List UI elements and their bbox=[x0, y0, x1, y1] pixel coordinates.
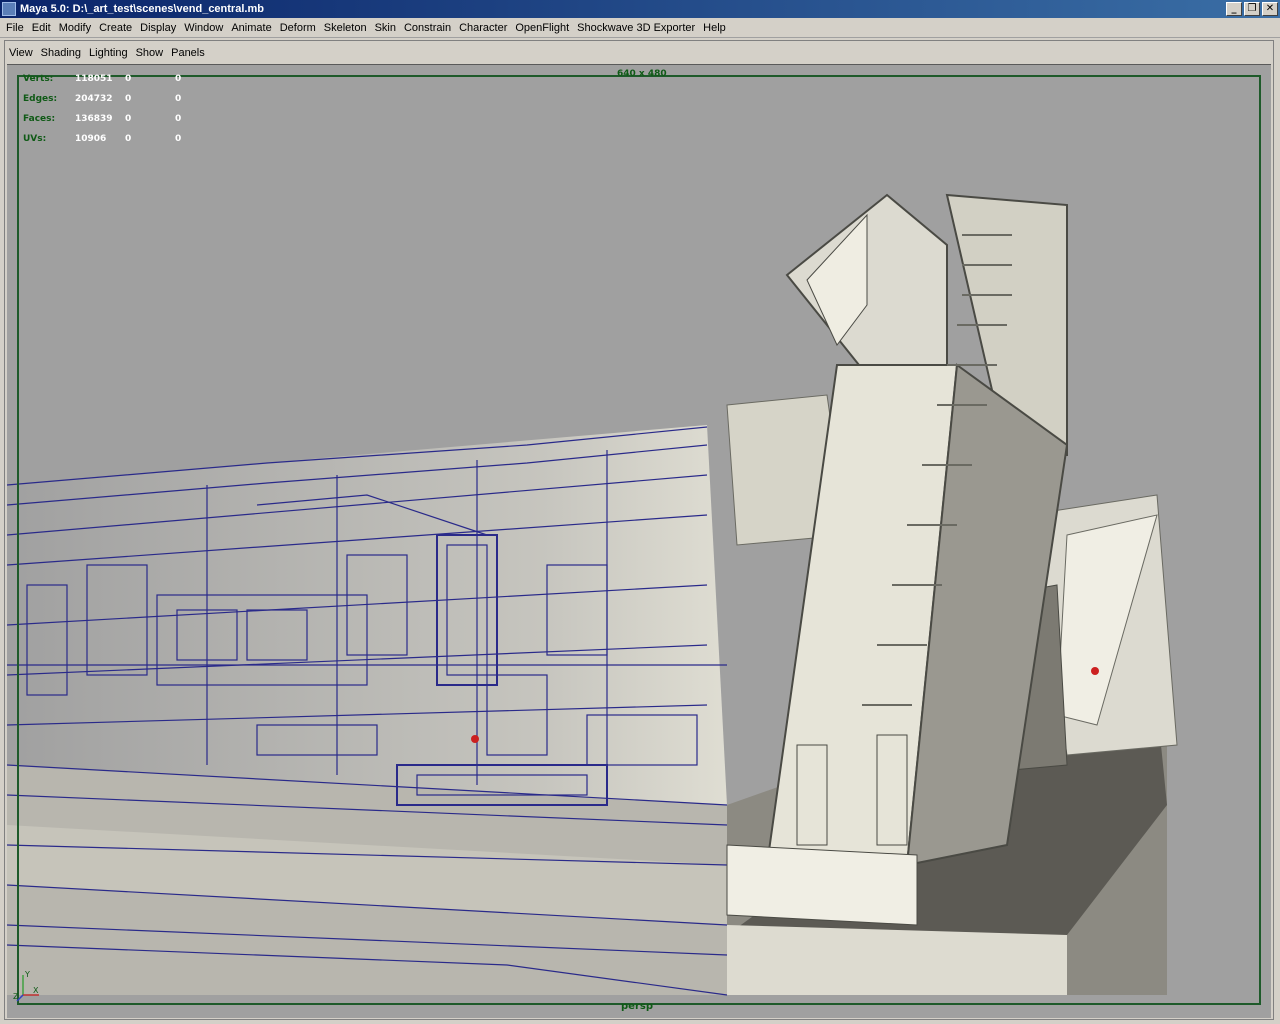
view-axis-icon: Y X Z bbox=[13, 970, 39, 1002]
menu-help[interactable]: Help bbox=[699, 22, 730, 34]
panel-menu-shading[interactable]: Shading bbox=[37, 47, 85, 59]
title-bar: Maya 5.0: D:\_art_test\scenes\vend_centr… bbox=[0, 0, 1280, 18]
menu-window[interactable]: Window bbox=[180, 22, 227, 34]
panel-menu-show[interactable]: Show bbox=[132, 47, 168, 59]
hud-row-verts: Verts: 118051 0 0 bbox=[23, 74, 182, 84]
menu-skin[interactable]: Skin bbox=[371, 22, 400, 34]
axis-z-label: Z bbox=[13, 992, 19, 1001]
menu-modify[interactable]: Modify bbox=[55, 22, 95, 34]
restore-button[interactable]: ❐ bbox=[1244, 2, 1260, 16]
menu-create[interactable]: Create bbox=[95, 22, 136, 34]
main-menu-bar: File Edit Modify Create Display Window A… bbox=[0, 18, 1280, 38]
menu-animate[interactable]: Animate bbox=[227, 22, 275, 34]
panel-menu-lighting[interactable]: Lighting bbox=[85, 47, 132, 59]
panel-menu-view[interactable]: View bbox=[5, 47, 37, 59]
panel-menu-panels[interactable]: Panels bbox=[167, 47, 209, 59]
resolution-label: 640 x 480 bbox=[617, 69, 667, 79]
menu-display[interactable]: Display bbox=[136, 22, 180, 34]
hud-row-faces: Faces: 136839 0 0 bbox=[23, 114, 182, 124]
hud-row-edges: Edges: 204732 0 0 bbox=[23, 94, 182, 104]
scene-render bbox=[7, 193, 1178, 996]
poly-count-hud: Verts: 118051 0 0 Edges: 204732 0 0 Face… bbox=[23, 69, 225, 149]
menu-constrain[interactable]: Constrain bbox=[400, 22, 455, 34]
menu-openflight[interactable]: OpenFlight bbox=[511, 22, 573, 34]
axis-y-label: Y bbox=[24, 970, 30, 979]
menu-shockwave-exporter[interactable]: Shockwave 3D Exporter bbox=[573, 22, 699, 34]
menu-character[interactable]: Character bbox=[455, 22, 511, 34]
close-button[interactable]: ✕ bbox=[1262, 2, 1278, 16]
window-title: Maya 5.0: D:\_art_test\scenes\vend_centr… bbox=[20, 3, 264, 15]
panel-menu-bar: View Shading Lighting Show Panels bbox=[5, 44, 1273, 62]
menu-deform[interactable]: Deform bbox=[276, 22, 320, 34]
viewport-panel: View Shading Lighting Show Panels Verts:… bbox=[4, 40, 1274, 1020]
menu-edit[interactable]: Edit bbox=[28, 22, 55, 34]
camera-name-label: persp bbox=[621, 1001, 653, 1012]
menu-skeleton[interactable]: Skeleton bbox=[320, 22, 371, 34]
perspective-viewport[interactable]: Verts: 118051 0 0 Edges: 204732 0 0 Face… bbox=[7, 64, 1271, 1018]
hud-row-uvs: UVs: 10906 0 0 bbox=[23, 134, 182, 144]
minimize-button[interactable]: _ bbox=[1226, 2, 1242, 16]
menu-file[interactable]: File bbox=[0, 22, 28, 34]
axis-x-label: X bbox=[33, 986, 39, 995]
maya-app-icon[interactable] bbox=[2, 2, 16, 16]
